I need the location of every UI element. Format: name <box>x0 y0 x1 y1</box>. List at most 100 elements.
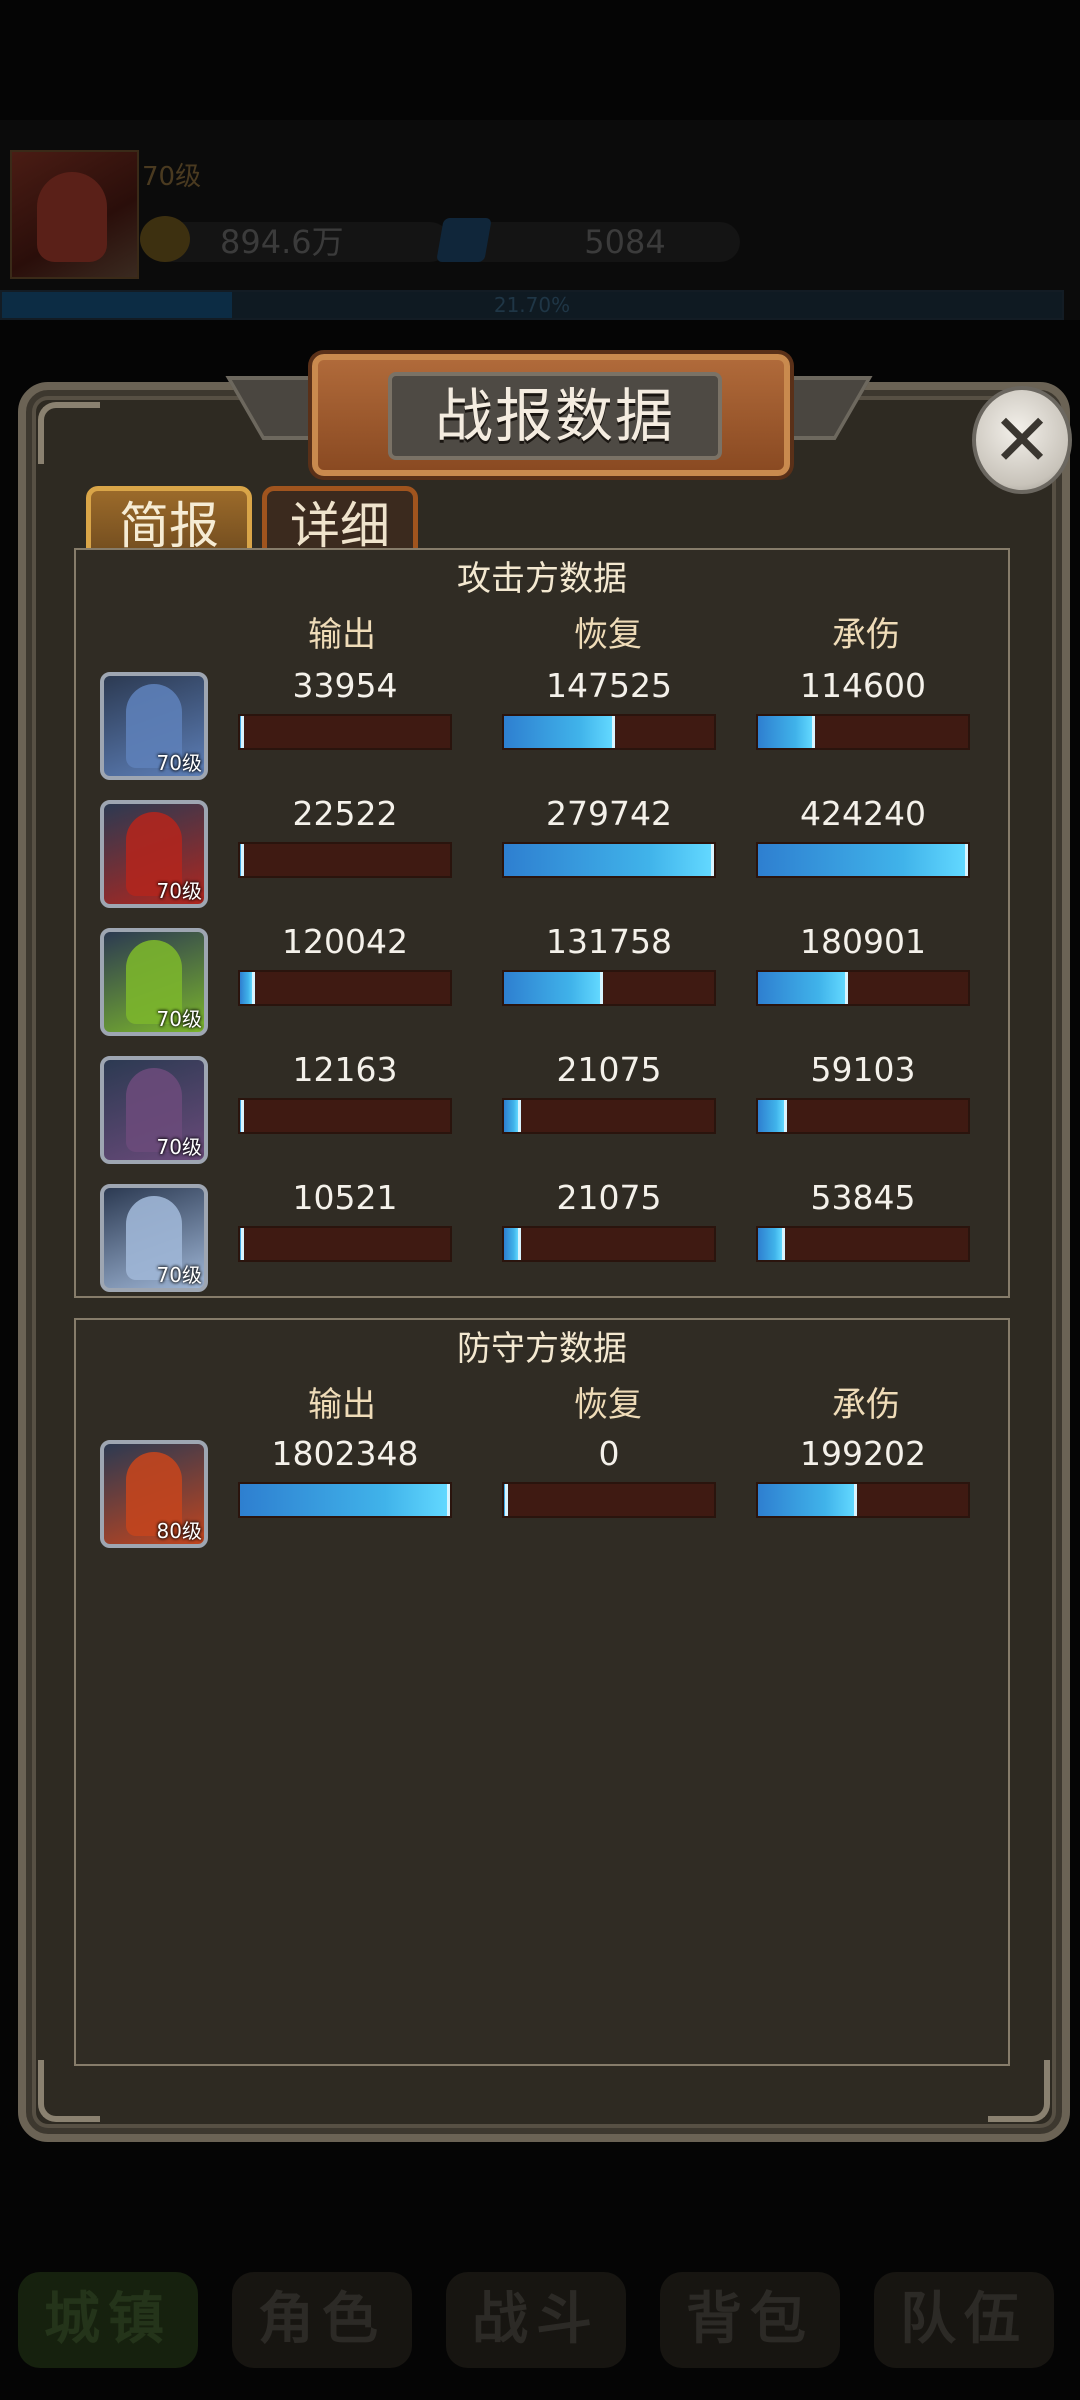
stat-bar-fill <box>240 1484 450 1516</box>
stat-bar <box>238 1482 452 1518</box>
frame-corner <box>38 2060 100 2122</box>
stat-bar-fill <box>504 716 616 748</box>
hero-level: 70级 <box>156 751 202 775</box>
stat-bar-fill <box>240 972 255 1004</box>
stat-value: 33954 <box>292 666 398 705</box>
stat-bar-fill <box>758 844 968 876</box>
gold-coin-icon <box>140 216 190 262</box>
column-header-output: 输出 <box>308 615 376 655</box>
attacker-panel-title: 攻击方数据 <box>457 559 627 599</box>
stat-bar-fill <box>240 1100 244 1132</box>
stat-bar <box>502 842 716 878</box>
attacker-panel: 攻击方数据 输出 恢复 承伤 70级 33954 147525 114600 70级 22… <box>74 548 1010 1298</box>
stat-bar-fill <box>240 1228 244 1260</box>
hero-portrait[interactable]: 70级 <box>100 800 208 908</box>
stat-value: 59103 <box>810 1050 916 1089</box>
stat-value: 53845 <box>810 1178 916 1217</box>
stat-bar-fill <box>758 716 815 748</box>
stat-value: 22522 <box>292 794 398 833</box>
stat-bar <box>502 970 716 1006</box>
stat-bar-fill <box>504 1484 508 1516</box>
stat-value: 180901 <box>800 922 926 961</box>
column-header-heal: 恢复 <box>574 615 642 655</box>
nav-town[interactable]: 城镇 <box>18 2272 198 2368</box>
column-header-damage-taken: 承伤 <box>832 615 900 655</box>
stat-value: 199202 <box>800 1434 926 1473</box>
stat-bar <box>502 1226 716 1262</box>
column-header-damage-taken: 承伤 <box>832 1385 900 1425</box>
dialog-title: 战报数据 <box>434 382 675 450</box>
stat-bar <box>238 842 452 878</box>
defender-panel: 防守方数据 输出 恢复 承伤 80级 1802348 0 199202 <box>74 1318 1010 2066</box>
stat-value: 21075 <box>556 1050 662 1089</box>
stat-value: 1802348 <box>271 1434 419 1473</box>
attacker-row: 70级 33954 147525 114600 <box>76 660 1008 780</box>
stat-bar <box>756 714 970 750</box>
gold-counter: 894.6万 <box>140 216 450 262</box>
stat-bar-fill <box>758 1100 788 1132</box>
stat-bar-fill <box>504 844 714 876</box>
hero-portrait[interactable]: 70级 <box>100 1056 208 1164</box>
attacker-row: 70级 12163 21075 59103 <box>76 1044 1008 1164</box>
hero-level: 70级 <box>156 1007 202 1031</box>
column-header-output: 输出 <box>308 1385 376 1425</box>
stat-value: 131758 <box>546 922 672 961</box>
stat-bar <box>756 970 970 1006</box>
stat-bar <box>502 714 716 750</box>
stat-value: 279742 <box>546 794 672 833</box>
hero-portrait[interactable]: 70级 <box>100 928 208 1036</box>
stat-bar <box>238 1098 452 1134</box>
stat-value: 10521 <box>292 1178 398 1217</box>
stat-value: 12163 <box>292 1050 398 1089</box>
hero-portrait[interactable]: 70级 <box>100 672 208 780</box>
stat-bar-fill <box>504 1228 521 1260</box>
stat-bar-fill <box>758 972 849 1004</box>
stat-bar <box>756 1226 970 1262</box>
attacker-row: 70级 10521 21075 53845 <box>76 1172 1008 1292</box>
stat-bar <box>502 1098 716 1134</box>
stat-value: 147525 <box>546 666 672 705</box>
hero-portrait[interactable]: 70级 <box>100 1184 208 1292</box>
stat-bar <box>238 1226 452 1262</box>
nav-role[interactable]: 角色 <box>232 2272 412 2368</box>
hero-level: 70级 <box>156 879 202 903</box>
hero-level: 80级 <box>156 1519 202 1543</box>
gem-amount: 5084 <box>584 223 666 261</box>
stat-bar <box>756 1098 970 1134</box>
stat-bar-fill <box>758 1228 786 1260</box>
stat-bar <box>238 970 452 1006</box>
player-level: 70级 <box>142 162 202 192</box>
hero-portrait[interactable]: 80级 <box>100 1440 208 1548</box>
nav-bag[interactable]: 背包 <box>660 2272 840 2368</box>
bottom-nav: 城镇 角色 战斗 背包 队伍 <box>18 2272 1078 2372</box>
player-avatar <box>10 150 139 279</box>
gold-amount: 894.6万 <box>220 223 344 261</box>
stat-value: 0 <box>598 1434 620 1473</box>
stat-bar-fill <box>758 1484 857 1516</box>
nav-battle[interactable]: 战斗 <box>446 2272 626 2368</box>
gem-icon <box>436 218 492 262</box>
defender-row: 80级 1802348 0 199202 <box>76 1428 1008 1548</box>
gem-counter: 5084 <box>436 218 740 262</box>
hero-level: 70级 <box>156 1263 202 1287</box>
close-icon: ✕ <box>991 398 1053 482</box>
stat-bar <box>502 1482 716 1518</box>
xp-percent: 21.70% <box>493 293 571 317</box>
attacker-row: 70级 120042 131758 180901 <box>76 916 1008 1036</box>
close-button[interactable]: ✕ <box>972 386 1072 494</box>
stat-bar-fill <box>504 972 603 1004</box>
stat-value: 424240 <box>800 794 926 833</box>
player-hud: 70级 894.6万 5084 21.70% <box>0 120 1080 320</box>
stat-bar-fill <box>240 844 244 876</box>
dialog-title-inner: 战报数据 <box>388 372 722 460</box>
hero-level: 70级 <box>156 1135 202 1159</box>
frame-corner <box>988 2060 1050 2122</box>
stat-value: 21075 <box>556 1178 662 1217</box>
column-header-heal: 恢复 <box>574 1385 642 1425</box>
stat-bar-fill <box>504 1100 521 1132</box>
stat-bar <box>756 842 970 878</box>
stat-bar-fill <box>240 716 245 748</box>
stat-value: 114600 <box>800 666 926 705</box>
dialog-title-plate: 战报数据 <box>312 354 790 476</box>
nav-team[interactable]: 队伍 <box>874 2272 1054 2368</box>
